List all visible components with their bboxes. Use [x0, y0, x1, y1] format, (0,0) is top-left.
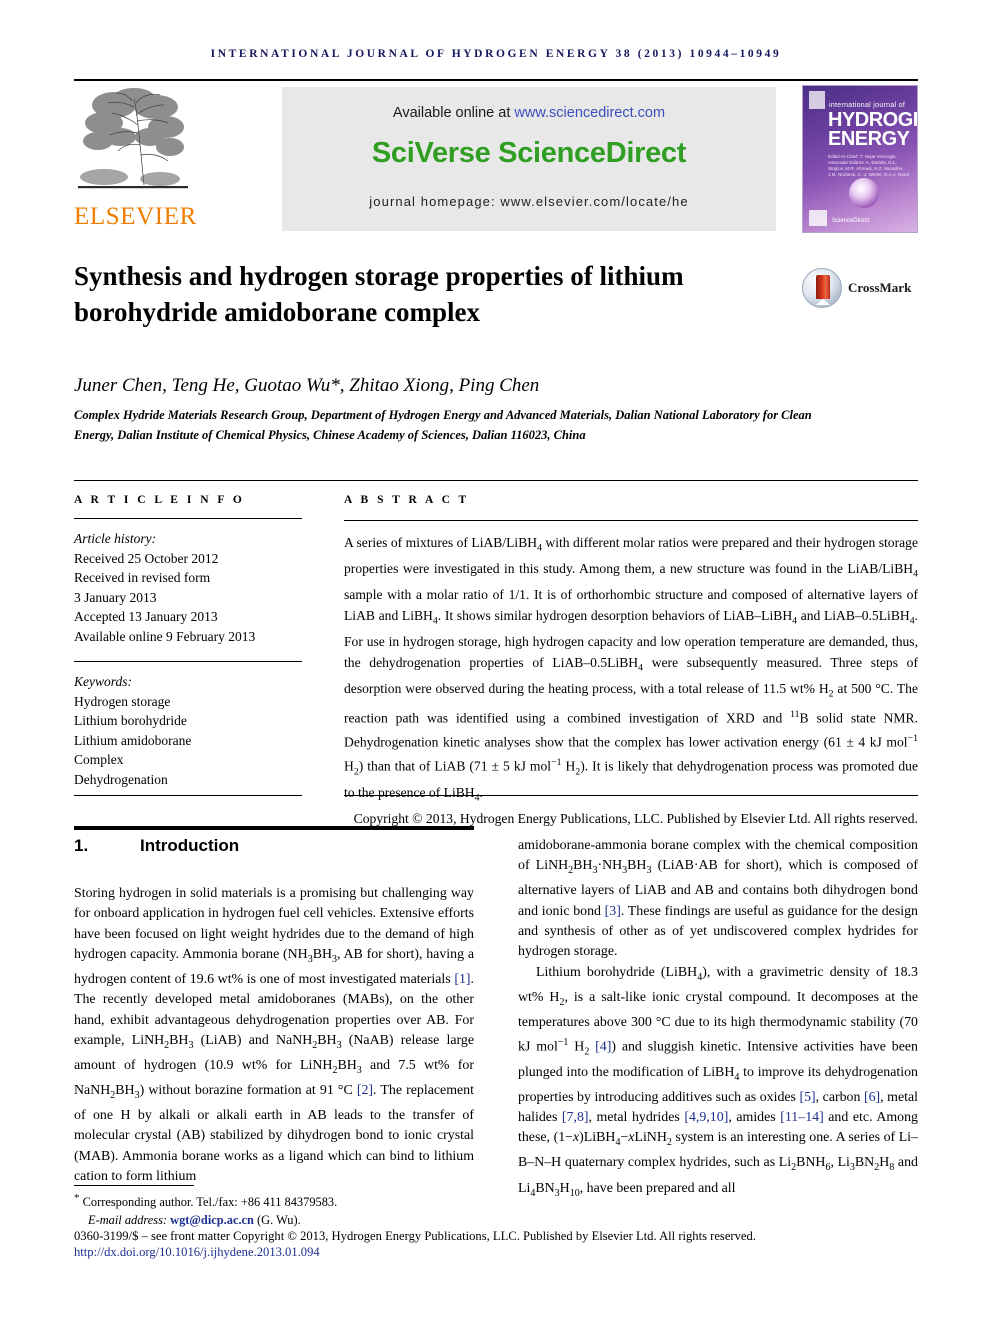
journal-cover-thumbnail: international journal of HYDROGEN ENERGY…: [802, 85, 918, 233]
email-label: E-mail address:: [88, 1213, 171, 1228]
sciverse-sciencedirect-title: SciVerse ScienceDirect: [371, 137, 687, 169]
elsevier-logo: ELSEVIER: [74, 85, 197, 233]
cover-publisher-mark-icon: [809, 91, 825, 109]
abstract-heading: A B S T R A C T: [344, 494, 470, 506]
section-title: Introduction: [140, 836, 240, 855]
crossmark-label: CrossMark: [848, 280, 912, 295]
section-number: 1.: [74, 836, 89, 855]
crossmark-badge[interactable]: CrossMark: [802, 268, 922, 312]
keyword-item: Lithium amidoborane: [74, 732, 192, 748]
email-link[interactable]: wgt@dicp.ac.cn: [170, 1213, 254, 1227]
history-item: Received 25 October 2012: [74, 550, 219, 566]
paragraph: amidoborane-ammonia borane complex with …: [518, 838, 919, 960]
top-rule: [74, 79, 918, 81]
crossmark-icon: [802, 268, 842, 308]
cover-editors: Editor-in-Chief: T. Nejat Veziroglu Asso…: [828, 154, 909, 177]
history-item: Received in revised form: [74, 570, 211, 585]
article-info-separator: [74, 661, 302, 662]
keyword-item: Dehydrogenation: [74, 771, 168, 787]
available-online-prefix: Available online at: [392, 105, 515, 121]
footnote-block: * Corresponding author. Tel./fax: +86 41…: [74, 1189, 494, 1229]
cover-title-line2: ENERGY: [828, 128, 910, 150]
keywords-block: Keywords: Hydrogen storage Lithium boroh…: [74, 672, 302, 789]
article-info-column: A R T I C L E I N F O Article history: R…: [74, 494, 302, 789]
introduction-rule: [74, 826, 474, 830]
abstract-rule: [344, 520, 918, 521]
reference-link[interactable]: [1]: [454, 972, 470, 987]
cover-orb-graphic: [849, 178, 879, 208]
reference-link[interactable]: [3]: [605, 904, 621, 919]
footnote-rule: [74, 1185, 194, 1186]
history-item: 3 January 2013: [74, 589, 157, 605]
affiliation: Complex Hydride Materials Research Group…: [74, 408, 812, 442]
doi-link[interactable]: http://dx.doi.org/10.1016/j.ijhydene.201…: [74, 1245, 320, 1260]
paragraph: Storing hydrogen in solid materials is a…: [74, 886, 474, 1184]
article-history: Article history: Received 25 October 201…: [74, 529, 302, 646]
asterisk-icon: *: [74, 1192, 80, 1204]
keyword-item: Complex: [74, 752, 124, 767]
page-title: Synthesis and hydrogen storage propertie…: [74, 261, 684, 327]
reference-link[interactable]: [6]: [864, 1090, 880, 1105]
reference-link[interactable]: [7,8]: [562, 1110, 589, 1125]
cover-small-title: international journal of: [829, 102, 906, 109]
reference-link[interactable]: [5]: [799, 1090, 815, 1105]
history-item: Accepted 13 January 2013: [74, 609, 218, 624]
article-info-heading: A R T I C L E I N F O: [74, 494, 245, 506]
abstract-column: A B S T R A C T A series of mixtures of …: [344, 494, 918, 830]
email-suffix: (G. Wu).: [253, 1213, 301, 1228]
section-heading-introduction: 1. Introduction: [74, 836, 239, 856]
body-column-right: amidoborane-ammonia borane complex with …: [518, 836, 918, 1204]
reference-link[interactable]: [11–14]: [780, 1110, 823, 1125]
paragraph: Lithium borohydride (LiBH4), with a grav…: [518, 964, 918, 1199]
keyword-item: Lithium borohydride: [74, 713, 187, 728]
reference-link[interactable]: [4,9,10]: [684, 1110, 728, 1125]
abstract-bottom-rule: [344, 795, 918, 796]
reference-link[interactable]: [4]: [595, 1040, 611, 1055]
journal-homepage-line[interactable]: journal homepage: www.elsevier.com/locat…: [282, 194, 776, 209]
available-online-line: Available online at www.sciencedirect.co…: [282, 105, 776, 121]
journal-article-page: INTERNATIONAL JOURNAL OF HYDROGEN ENERGY…: [0, 0, 992, 1323]
elsevier-wordmark: ELSEVIER: [74, 203, 197, 230]
sciencedirect-url[interactable]: www.sciencedirect.com: [514, 105, 665, 121]
article-history-label: Article history:: [74, 531, 157, 546]
history-item: Available online 9 February 2013: [74, 628, 256, 644]
affiliation-rule: [74, 480, 918, 481]
body-column-left: Storing hydrogen in solid materials is a…: [74, 884, 474, 1187]
cover-sciencedirect-label: ScienceDirect: [832, 218, 870, 224]
cover-bottom-mark-icon: [809, 210, 827, 226]
author-list: Juner Chen, Teng He, Guotao Wu*, Zhitao …: [74, 375, 540, 396]
masthead: ELSEVIER Available online at www.science…: [74, 85, 918, 233]
corresponding-author-note: * Corresponding author. Tel./fax: +86 41…: [74, 1189, 494, 1211]
elsevier-tree-icon: [78, 88, 188, 189]
article-info-bottom-rule: [74, 795, 302, 796]
running-head: INTERNATIONAL JOURNAL OF HYDROGEN ENERGY…: [210, 48, 782, 60]
sciencedirect-banner: Available online at www.sciencedirect.co…: [282, 87, 776, 231]
abstract-text: A series of mixtures of LiAB/LiBH4 with …: [344, 535, 918, 804]
keyword-item: Hydrogen storage: [74, 693, 171, 709]
keywords-label: Keywords:: [74, 674, 132, 689]
article-info-rule: [74, 518, 302, 519]
corresponding-author-text: Corresponding author. Tel./fax: +86 411 …: [82, 1195, 338, 1210]
reference-link[interactable]: [2]: [357, 1083, 373, 1098]
issn-copyright-line: 0360-3199/$ – see front matter Copyright…: [74, 1229, 756, 1243]
